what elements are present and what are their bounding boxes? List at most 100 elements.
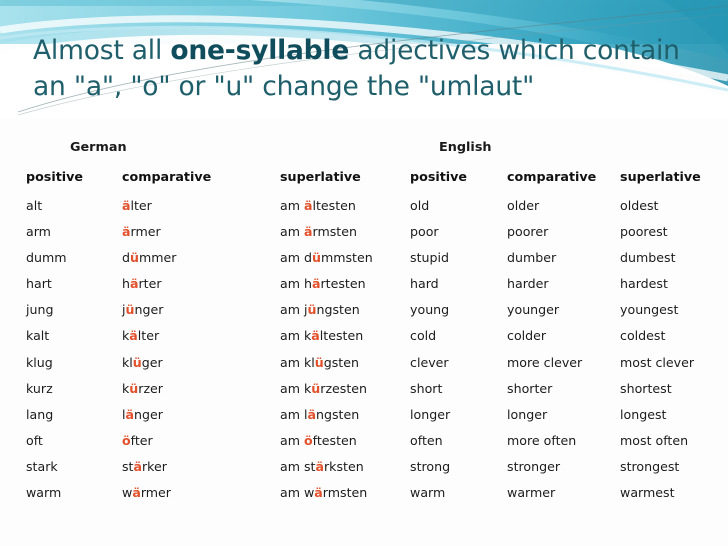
word-prefix: am j (280, 302, 308, 318)
word-suffix: ngsten (316, 406, 360, 422)
umlaut-highlight: ä (314, 485, 323, 501)
title-line-2: an "a", "o" or "u" change the "umlaut" (33, 71, 535, 102)
word-prefix: am st (280, 458, 316, 474)
cell-english-comparative: shorter (507, 380, 553, 396)
umlaut-highlight: ö (122, 432, 131, 448)
cell-german-positive: oft (26, 432, 43, 448)
title-line-1-before: Almost all (33, 35, 171, 66)
cell-german-positive: dumm (26, 250, 67, 266)
cell-english-positive: warm (410, 485, 446, 501)
cell-english-superlative: coldest (620, 328, 666, 344)
cell-english-comparative: harder (507, 276, 549, 292)
umlaut-highlight: ä (125, 406, 135, 422)
cell-german-positive: klug (26, 354, 53, 370)
cell-english-positive: old (410, 198, 430, 213)
cell-english-positive: clever (410, 354, 449, 370)
table-group-header-row: German English (26, 140, 726, 169)
slide-title: Almost all one-syllable adjectives which… (33, 33, 698, 105)
table-row: dumm dümmer am dümmsten stupid dumber dumbest (26, 250, 726, 276)
column-header-german-superlative: superlative (280, 169, 361, 184)
umlaut-highlight: ä (304, 224, 313, 240)
cell-english-superlative: shortest (620, 380, 672, 396)
cell-english-comparative: older (507, 198, 540, 213)
cell-english-positive: often (410, 432, 443, 448)
cell-english-positive: cold (410, 328, 437, 344)
word-suffix: lter (137, 328, 160, 344)
word-suffix: ftesten (312, 432, 357, 448)
cell-german-positive: kalt (26, 328, 50, 344)
table-row: kurz kürzer am kürzesten short shorter shorte… (26, 381, 726, 407)
word-prefix: am k (280, 328, 312, 344)
cell-english-comparative: younger (507, 302, 560, 318)
cell-english-superlative: longest (620, 406, 667, 422)
umlaut-highlight: ä (304, 198, 313, 213)
cell-german-comparative: kälter (122, 328, 280, 354)
word-suffix: rksten (324, 458, 364, 474)
word-suffix: nger (134, 406, 163, 422)
umlaut-highlight: ü (314, 354, 324, 370)
cell-german-comparative: wärmer (122, 485, 280, 511)
word-suffix: rter (138, 276, 162, 292)
cell-german-comparative: klüger (122, 355, 280, 381)
umlaut-highlight: ü (311, 250, 321, 266)
word-prefix: am kl (280, 354, 315, 370)
word-prefix: am (280, 198, 304, 213)
umlaut-highlight: ä (133, 458, 143, 474)
word-suffix: rzer (138, 380, 163, 396)
word-suffix: ngsten (316, 302, 360, 318)
cell-german-superlative: am kürzesten (280, 381, 410, 407)
umlaut-highlight: ä (132, 485, 141, 501)
cell-english-superlative: youngest (620, 302, 679, 318)
group-header-german: German (70, 140, 127, 155)
column-header-english-superlative: superlative (620, 169, 701, 184)
adjective-comparison-table-container: German English positive comparative supe… (0, 140, 728, 511)
cell-english-comparative: warmer (507, 485, 556, 501)
cell-english-superlative: hardest (620, 276, 668, 292)
cell-english-comparative: stronger (507, 458, 561, 474)
cell-english-positive: young (410, 302, 450, 318)
cell-german-comparative: dümmer (122, 250, 280, 276)
cell-english-superlative: most often (620, 432, 689, 448)
cell-german-superlative: am stärksten (280, 459, 410, 485)
word-suffix: ltesten (312, 198, 356, 213)
word-suffix: rmsten (312, 224, 357, 240)
cell-german-comparative: älter (122, 198, 280, 224)
column-header-german-positive: positive (26, 169, 83, 184)
umlaut-highlight: ä (122, 224, 131, 240)
umlaut-highlight: ä (122, 198, 131, 213)
cell-german-comparative: stärker (122, 459, 280, 485)
cell-english-superlative: dumbest (620, 250, 676, 266)
table-row: hart härter am härtesten hard harder hardest (26, 276, 726, 302)
umlaut-highlight: ö (304, 432, 313, 448)
word-suffix: rmer (130, 224, 161, 240)
cell-english-superlative: warmest (620, 485, 675, 501)
group-header-english: English (439, 140, 492, 155)
word-prefix: am k (280, 380, 312, 396)
word-suffix: rmsten (322, 485, 368, 501)
table-body: alt älter am ältesten old older oldest arm ärme… (26, 198, 726, 511)
cell-german-comparative: ärmer (122, 224, 280, 250)
word-suffix: rmer (140, 485, 171, 501)
word-suffix: fter (130, 432, 153, 448)
word-suffix: ger (141, 354, 163, 370)
cell-german-superlative: am kältesten (280, 328, 410, 354)
umlaut-highlight: ü (129, 380, 139, 396)
cell-german-superlative: am jüngsten (280, 302, 410, 328)
cell-german-positive: arm (26, 224, 51, 240)
cell-german-superlative: am wärmsten (280, 485, 410, 511)
word-suffix: rker (142, 458, 167, 474)
word-suffix: ltesten (319, 328, 364, 344)
cell-german-comparative: öfter (122, 433, 280, 459)
cell-german-superlative: am dümmsten (280, 250, 410, 276)
table-row: oft öfter am öftesten often more often most o… (26, 433, 726, 459)
cell-english-comparative: poorer (507, 224, 549, 240)
cell-german-comparative: länger (122, 407, 280, 433)
column-header-german-comparative: comparative (122, 169, 212, 184)
table-row: klug klüger am klügsten clever more clever mo… (26, 355, 726, 381)
cell-german-superlative: am öftesten (280, 433, 410, 459)
table-row: stark stärker am stärksten strong stronger st… (26, 459, 726, 485)
title-line-1: Almost all one-syllable adjectives which… (33, 33, 698, 69)
cell-english-comparative: longer (507, 406, 548, 422)
word-suffix: rtesten (320, 276, 366, 292)
word-suffix: lter (130, 198, 152, 213)
